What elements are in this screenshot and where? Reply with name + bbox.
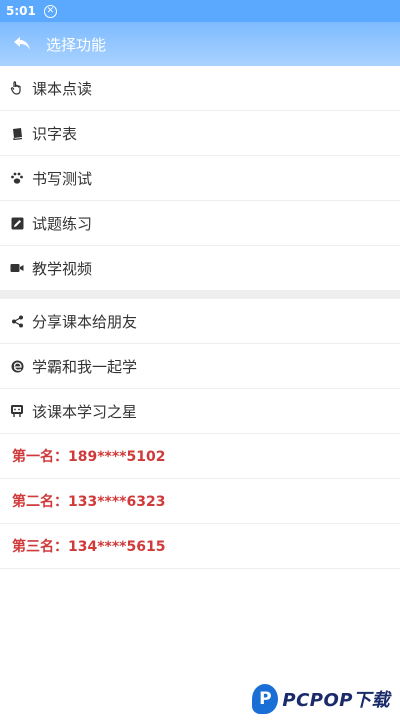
close-circle-icon: ✕ (43, 4, 57, 18)
menu-item-share[interactable]: 分享课本给朋友 (0, 299, 400, 344)
rank-third: 第三名：134****5615 (0, 524, 400, 569)
menu-item-textbook-reading[interactable]: 课本点读 (0, 66, 400, 111)
star-badge-icon (10, 404, 24, 418)
watermark: P PCPOP下载 (252, 684, 390, 714)
menu-item-study-together[interactable]: 学霸和我一起学 (0, 344, 400, 389)
rank-first: 第一名：189****5102 (0, 434, 400, 479)
book-icon (10, 126, 24, 140)
menu-item-character-list[interactable]: 识字表 (0, 111, 400, 156)
edit-icon (10, 216, 24, 230)
menu-label: 分享课本给朋友 (32, 312, 138, 331)
menu-item-teaching-video[interactable]: 教学视频 (0, 246, 400, 291)
menu-item-study-star[interactable]: 该课本学习之星 (0, 389, 400, 434)
menu-item-exercises[interactable]: 试题练习 (0, 201, 400, 246)
menu-item-writing-test[interactable]: 书写测试 (0, 156, 400, 201)
pcpop-logo-icon: P (252, 684, 279, 714)
status-bar: 5:01 ✕ (0, 0, 400, 22)
back-icon[interactable] (12, 34, 32, 54)
watermark-text: PCPOP下载 (282, 690, 390, 711)
menu-label: 书写测试 (32, 169, 93, 188)
menu-list: 课本点读 识字表 书写测试 试题练习 教学视频 分享课本给朋友 学霸和我一起学 … (0, 66, 400, 569)
edge-icon (10, 359, 24, 373)
paw-icon (10, 171, 24, 185)
menu-label: 学霸和我一起学 (32, 357, 138, 376)
rank-second: 第二名：133****6323 (0, 479, 400, 524)
status-time: 5:01 (6, 4, 36, 18)
section-divider (0, 291, 400, 299)
app-bar: 选择功能 (0, 22, 400, 66)
video-icon (10, 261, 24, 275)
menu-label: 教学视频 (32, 259, 93, 278)
menu-label: 试题练习 (32, 214, 93, 233)
menu-label: 课本点读 (32, 79, 93, 98)
pointer-hand-icon (10, 81, 24, 95)
menu-label: 识字表 (32, 124, 78, 143)
page-title: 选择功能 (46, 35, 107, 54)
menu-label: 该课本学习之星 (32, 402, 138, 421)
share-icon (10, 314, 24, 328)
